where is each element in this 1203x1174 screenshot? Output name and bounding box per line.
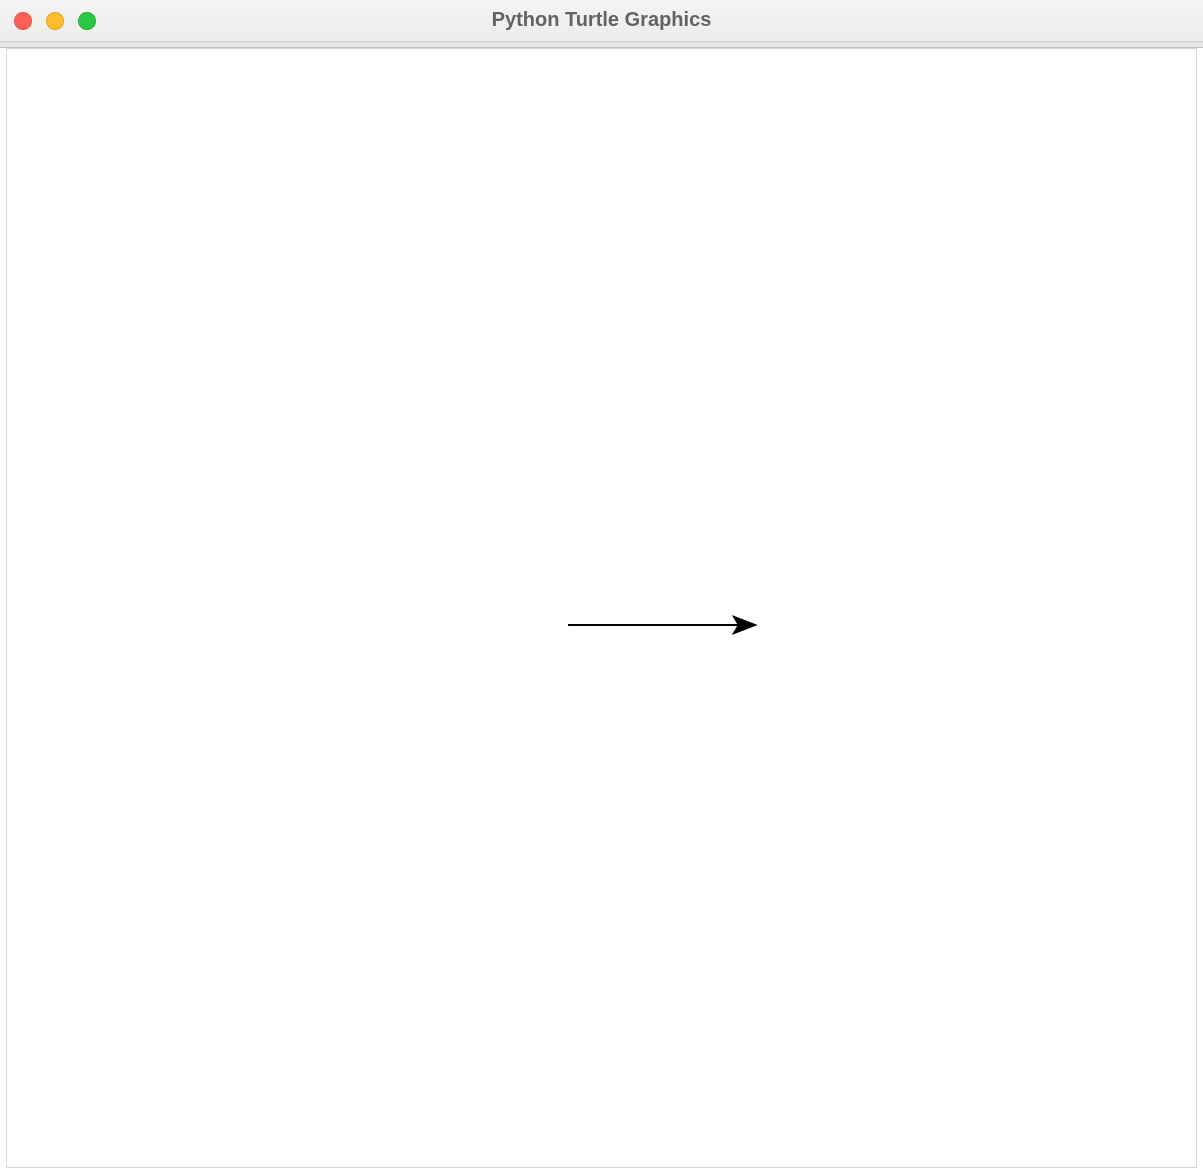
close-icon[interactable] [14, 12, 32, 30]
zoom-icon[interactable] [78, 12, 96, 30]
minimize-icon[interactable] [46, 12, 64, 30]
app-window: Python Turtle Graphics [0, 0, 1203, 1174]
titlebar[interactable]: Python Turtle Graphics [0, 0, 1203, 42]
traffic-lights [0, 12, 96, 30]
window-title: Python Turtle Graphics [0, 9, 1203, 32]
turtle-canvas [7, 49, 1196, 1165]
canvas-frame [6, 48, 1197, 1168]
